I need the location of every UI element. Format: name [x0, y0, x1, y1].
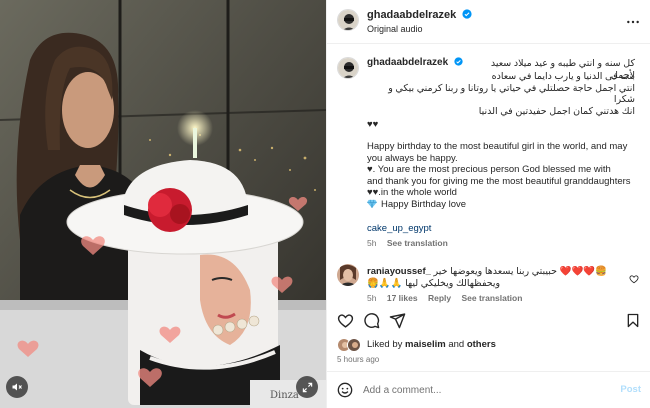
caption-love-line: Happy Birthday love	[367, 199, 635, 211]
commenter-avatar-image	[337, 264, 359, 286]
liked-by-prefix: Liked by	[367, 339, 403, 350]
liked-by-others[interactable]: others	[467, 339, 496, 350]
add-comment-bar: Post	[327, 371, 650, 408]
liked-by-user[interactable]: maiselim	[405, 339, 446, 350]
caption-english-line: ♥♥.in the whole world	[367, 187, 457, 198]
liked-by-row: Liked by maiselim and others	[337, 337, 647, 353]
diamond-emoji-icon	[367, 199, 377, 208]
comments-list[interactable]: ghadaabdelrazek كل سنه و انتي طيبه و عيد…	[327, 45, 650, 305]
author-username-text[interactable]: ghadaabdelrazek	[367, 9, 456, 21]
comment-icon	[364, 313, 380, 329]
expand-button[interactable]	[296, 376, 318, 398]
caption-english: Happy birthday to the most beautiful gir…	[367, 141, 635, 199]
emoji-button[interactable]	[337, 382, 353, 403]
caption-avatar-image	[338, 58, 358, 78]
caption-see-translation[interactable]: See translation	[387, 238, 448, 248]
comment-likes[interactable]: 17 likes	[387, 293, 418, 303]
more-horizontal-icon	[627, 20, 639, 24]
post-timestamp[interactable]: 5 hours ago	[337, 355, 379, 364]
caption-arabic-line: انك هدتني كمان اجمل حفيدتين في الدنيا	[478, 105, 635, 117]
caption-meta: 5h See translation	[367, 238, 456, 248]
heart-icon	[337, 314, 354, 328]
comment-meta: 5h 17 likes Reply See translation	[367, 293, 530, 303]
comment-see-translation[interactable]: See translation	[461, 293, 522, 303]
comment-text-line2-wrap: ويحفظهالك ويخليكي ليها 🙏🙏🙏	[367, 278, 615, 290]
liker-avatar[interactable]	[347, 338, 361, 352]
verified-badge-icon	[462, 9, 472, 19]
commenter-username[interactable]: raniayoussef_	[367, 266, 431, 277]
audio-label[interactable]: Original audio	[367, 24, 423, 34]
liker-avatar-image	[348, 339, 360, 351]
mute-button[interactable]	[6, 376, 28, 398]
caption-english-line: and thank you for giving me the most bea…	[367, 175, 631, 187]
caption-arabic-line: بنت فى الدنيا و يارب دايما في سعاده	[491, 71, 635, 82]
post-panel: ghadaabdelrazek Original audio ghadaabde…	[326, 0, 650, 408]
mute-icon	[12, 383, 22, 391]
expand-icon	[302, 382, 312, 392]
caption-time[interactable]: 5h	[367, 238, 376, 248]
tagged-account-link[interactable]: cake_up_egypt	[367, 223, 431, 234]
post-comment-button[interactable]: Post	[620, 384, 641, 395]
author-avatar-image	[338, 10, 358, 30]
author-avatar[interactable]	[337, 9, 359, 31]
caption-hearts: ♥♥	[367, 119, 379, 130]
liked-by-and: and	[448, 339, 465, 350]
comment-text-line2: ويحفظهالك ويخليكي ليها 🙏🙏🙏	[367, 278, 501, 289]
post-header: ghadaabdelrazek Original audio	[327, 0, 650, 44]
emoji-icon	[337, 382, 353, 398]
heart-icon	[629, 275, 639, 284]
svg-text:Dinza: Dinza	[270, 390, 299, 401]
share-icon	[389, 313, 406, 329]
share-button[interactable]	[389, 312, 406, 334]
caption-arabic: بنت فى الدنيا و يارب دايما في سعاده انتي…	[367, 71, 635, 117]
caption-english-line: you always be happy.	[367, 152, 458, 164]
author-username[interactable]: ghadaabdelrazek	[367, 9, 472, 21]
post-actions	[327, 306, 650, 336]
caption-english-line: Happy birthday to the most beautiful gir…	[367, 141, 628, 152]
caption-arabic-line: انتي اجمل حاجة حصلتلي في حياتي يا روتانا…	[388, 82, 635, 106]
commenter-avatar[interactable]	[337, 264, 359, 286]
liked-by-text: Liked by maiselim and others	[367, 339, 496, 350]
post-media[interactable]: Dinza	[0, 0, 326, 408]
comment-input[interactable]	[363, 381, 603, 399]
caption-english-line: ♥. You are the most precious person God …	[367, 164, 611, 175]
bookmark-icon	[627, 313, 639, 328]
video-frame: Dinza	[0, 0, 326, 408]
caption-avatar[interactable]	[337, 57, 359, 79]
like-button[interactable]	[337, 312, 354, 334]
save-button[interactable]	[625, 312, 641, 334]
comment-time[interactable]: 5h	[367, 293, 376, 303]
caption-love-text: Happy Birthday love	[381, 199, 467, 210]
comment-like-button[interactable]	[629, 271, 639, 289]
more-options-button[interactable]	[625, 14, 641, 35]
comment-button[interactable]	[363, 312, 380, 334]
comment-reply-button[interactable]: Reply	[428, 293, 451, 303]
